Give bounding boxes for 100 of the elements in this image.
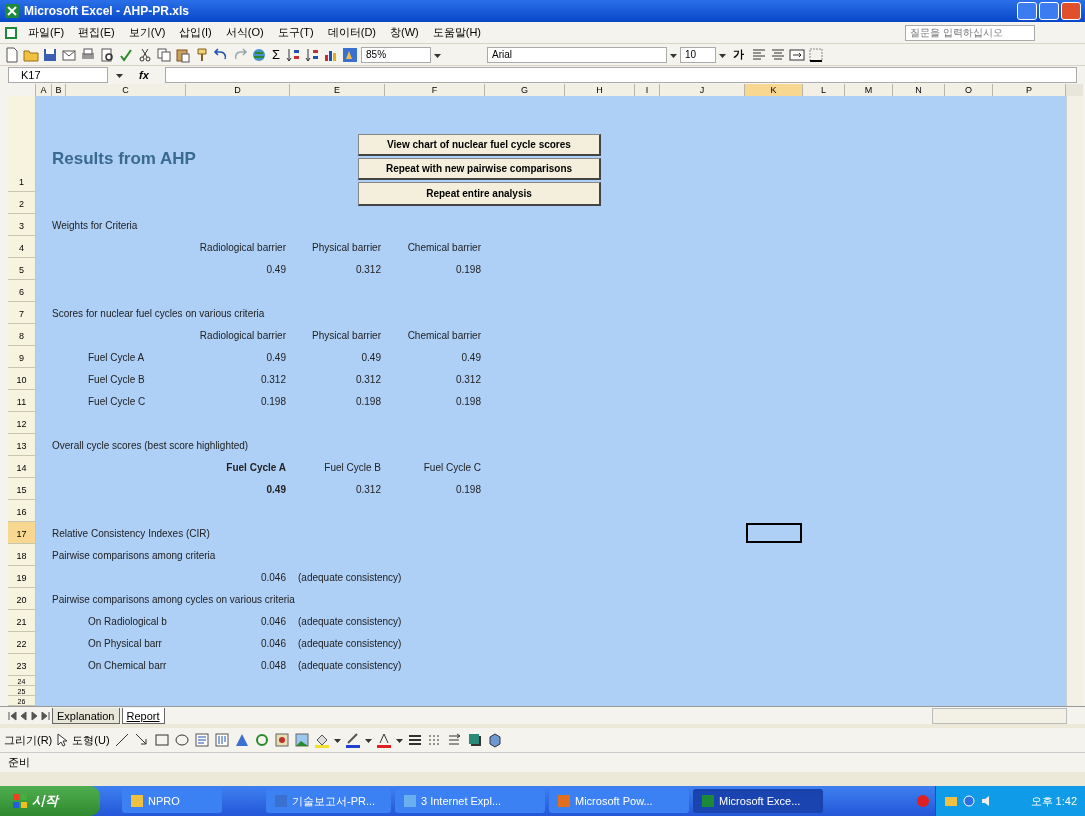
row-header[interactable]: 21	[8, 610, 36, 632]
menu-item[interactable]: 데이터(D)	[323, 24, 380, 41]
autoshapes-menu[interactable]: 도형(U)	[72, 731, 110, 749]
help-search-field[interactable]: 질문을 입력하십시오	[905, 24, 1035, 41]
maximize-button[interactable]	[1039, 2, 1059, 20]
table-cell-text: 0.198	[454, 482, 482, 497]
3d-icon[interactable]	[486, 732, 503, 748]
paste-icon[interactable]	[175, 46, 191, 63]
merge-cells-icon[interactable]	[789, 46, 806, 63]
table-cell-text: 0.49	[265, 262, 287, 277]
row-header[interactable]: 2	[8, 192, 36, 214]
menu-item[interactable]: 보기(V)	[124, 24, 170, 41]
pointer-icon[interactable]	[56, 732, 69, 748]
table-cell-text: 0.312	[354, 262, 382, 277]
row-header[interactable]: 14	[8, 456, 36, 478]
sheet-tab[interactable]: Report	[121, 707, 165, 724]
horizontal-scrollbar[interactable]	[932, 707, 1067, 724]
autosum-button[interactable]: Σ	[270, 48, 283, 61]
sort-descending-icon[interactable]	[304, 46, 321, 63]
row-header[interactable]: 22	[8, 632, 36, 654]
row-header[interactable]: 5	[8, 258, 36, 280]
previous-sheet-icon[interactable]	[19, 710, 28, 721]
tray-app-icon[interactable]	[962, 794, 976, 808]
image-icon[interactable]	[293, 732, 310, 748]
row-header[interactable]: 11	[8, 390, 36, 412]
diagram-icon[interactable]	[253, 732, 270, 748]
row-header[interactable]: 17	[8, 522, 36, 544]
macro-button[interactable]: Repeat entire analysis	[358, 182, 601, 206]
row-header[interactable]: 7	[8, 302, 36, 324]
row-header[interactable]: 19	[8, 566, 36, 588]
table-cell-text: 0.048	[259, 658, 287, 673]
align-center-icon[interactable]	[770, 46, 787, 63]
row-header[interactable]: 8	[8, 324, 36, 346]
row-header[interactable]: 15	[8, 478, 36, 500]
taskbar-button[interactable]: Microsoft Exce...	[693, 789, 823, 813]
save-icon[interactable]	[42, 46, 58, 63]
formula-field[interactable]	[164, 67, 1077, 83]
arrow-icon[interactable]	[133, 732, 150, 748]
copy-icon[interactable]	[156, 46, 172, 63]
row-header[interactable]: 4	[8, 236, 36, 258]
wordart-icon[interactable]	[233, 732, 250, 748]
font-color-icon[interactable]	[375, 732, 392, 748]
menu-item[interactable]: 도구(T)	[273, 24, 318, 41]
row-header[interactable]: 10	[8, 368, 36, 390]
first-sheet-icon[interactable]	[8, 710, 17, 721]
cut-icon[interactable]	[137, 46, 153, 63]
font-size-dropdown[interactable]: 10	[680, 46, 717, 63]
globe-icon[interactable]	[251, 46, 267, 63]
clip-art-icon[interactable]	[273, 732, 290, 748]
macro-button[interactable]: View chart of nuclear fuel cycle scores	[358, 134, 601, 156]
row-header[interactable]: 6	[8, 280, 36, 302]
taskbar-button[interactable]: 3 Internet Expl...	[395, 789, 545, 813]
line-color-icon[interactable]	[344, 732, 361, 748]
borders-icon[interactable]	[808, 46, 825, 63]
taskbar-button[interactable]: NPRO	[122, 789, 222, 813]
workbook-icon[interactable]	[4, 25, 18, 40]
font-dropdown[interactable]: Arial	[487, 46, 668, 63]
row-header[interactable]: 3	[8, 214, 36, 236]
vertical-scrollbar[interactable]	[1066, 96, 1083, 706]
last-sheet-icon[interactable]	[41, 710, 50, 721]
brush-icon[interactable]	[194, 46, 210, 63]
new-document-icon[interactable]	[4, 46, 20, 63]
menu-item[interactable]: 도움말(H)	[428, 24, 485, 41]
row-header[interactable]: 12	[8, 412, 36, 434]
taskbar-button[interactable]: Microsoft Pow...	[549, 789, 689, 813]
row-header[interactable]: 9	[8, 346, 36, 368]
shadow-icon[interactable]	[466, 732, 483, 748]
macro-button[interactable]: Repeat with new pairwise comparisons	[358, 158, 601, 180]
row-header[interactable]: 23	[8, 654, 36, 676]
line-style-icon[interactable]	[406, 732, 423, 748]
menu-item[interactable]: 편집(E)	[74, 24, 119, 41]
active-cell-outline[interactable]	[746, 523, 802, 543]
next-sheet-icon[interactable]	[30, 710, 39, 721]
draw-menu[interactable]: 그리기(R)	[4, 731, 53, 749]
row-header[interactable]: 1	[8, 96, 36, 192]
menu-item[interactable]: 삽입(I)	[175, 24, 216, 41]
arrow-style-icon[interactable]	[446, 732, 463, 748]
name-box[interactable]: K17	[8, 67, 108, 83]
bold-button[interactable]: 가	[729, 46, 749, 63]
minimize-button[interactable]	[1017, 2, 1037, 20]
drawing-icon[interactable]	[342, 46, 359, 63]
row-header[interactable]: 13	[8, 434, 36, 456]
menu-item[interactable]: 창(W)	[386, 24, 423, 41]
app-icon	[130, 794, 144, 808]
taskbar-button[interactable]: 기술보고서-PR...	[266, 789, 391, 813]
menu-item[interactable]: 파일(F)	[24, 24, 69, 41]
sort-ascending-icon[interactable]	[285, 46, 302, 63]
align-left-icon[interactable]	[751, 46, 768, 63]
fill-color-icon[interactable]	[313, 732, 330, 748]
print-preview-icon[interactable]	[99, 46, 115, 63]
close-button[interactable]	[1061, 2, 1081, 20]
row-header[interactable]: 18	[8, 544, 36, 566]
function-button[interactable]: fx	[131, 66, 157, 84]
menu-item[interactable]: 서식(O)	[221, 24, 268, 41]
row-header[interactable]: 16	[8, 500, 36, 522]
sheet-tab[interactable]: Explanation	[52, 707, 120, 724]
ellipse-icon[interactable]	[173, 732, 190, 748]
zoom-dropdown[interactable]: 85%	[361, 46, 432, 63]
row-header[interactable]: 20	[8, 588, 36, 610]
line-icon[interactable]	[113, 732, 130, 748]
